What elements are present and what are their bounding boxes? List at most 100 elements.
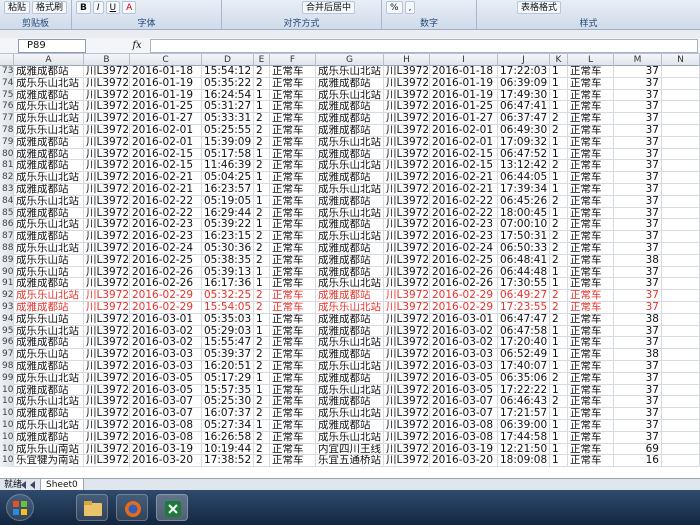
row-header[interactable]: 106 <box>0 455 14 468</box>
table-cell[interactable]: 06:47:52 <box>498 148 550 161</box>
table-cell[interactable]: 1 <box>550 443 568 456</box>
table-cell[interactable]: 16:17:36 <box>202 278 254 291</box>
start-orb-icon[interactable] <box>6 494 34 521</box>
table-cell[interactable]: 1 <box>550 337 568 350</box>
table-cell[interactable] <box>662 372 700 385</box>
table-cell[interactable]: 正常车 <box>568 278 614 291</box>
row-header[interactable]: 81 <box>0 160 14 173</box>
table-cell[interactable]: 1 <box>550 455 568 468</box>
table-cell[interactable]: 正常车 <box>270 160 316 173</box>
table-cell[interactable]: 1 <box>550 136 568 149</box>
table-cell[interactable]: 正常车 <box>270 290 316 302</box>
table-cell[interactable]: 成雅成都站 <box>14 302 84 314</box>
spreadsheet-grid[interactable]: ABCDEFGHIJKLMN 73成雅成都站川L397232016-01-181… <box>0 54 700 478</box>
table-cell[interactable]: 2016-02-25 <box>430 254 498 267</box>
table-cell[interactable]: 11:46:39 <box>202 160 254 173</box>
table-cell[interactable]: 37 <box>614 266 662 279</box>
table-cell[interactable]: 2016-03-08 <box>130 431 202 444</box>
table-cell[interactable]: 1 <box>550 431 568 444</box>
table-cell[interactable]: 05:30:36 <box>202 243 254 255</box>
table-cell[interactable]: 17:50:31 <box>498 231 550 243</box>
table-cell[interactable]: 37 <box>614 372 662 385</box>
table-cell[interactable]: 05:17:58 <box>202 148 254 161</box>
table-cell[interactable]: 川L39723 <box>384 207 430 220</box>
table-cell[interactable]: 正常车 <box>568 396 614 409</box>
table-cell[interactable]: 2016-01-19 <box>130 77 202 90</box>
table-cell[interactable]: 05:31:27 <box>202 101 254 114</box>
explorer-icon[interactable] <box>76 494 108 521</box>
table-cell[interactable]: 成乐乐山北站 <box>14 420 84 432</box>
table-cell[interactable]: 成乐乐山北站 <box>316 184 384 196</box>
bold-button[interactable]: B <box>76 1 91 14</box>
table-cell[interactable]: 成雅成都站 <box>316 113 384 125</box>
table-cell[interactable]: 成雅成都站 <box>316 266 384 279</box>
table-cell[interactable]: 成雅成都站 <box>316 172 384 184</box>
table-cell[interactable]: 成乐乐山北站 <box>316 337 384 350</box>
table-cell[interactable]: 川L39723 <box>84 207 130 220</box>
table-cell[interactable] <box>662 89 700 102</box>
table-cell[interactable]: 川L39723 <box>84 136 130 149</box>
row-header[interactable]: 83 <box>0 184 14 196</box>
table-cell[interactable]: 1 <box>550 361 568 373</box>
table-cell[interactable]: 正常车 <box>270 243 316 255</box>
table-cell[interactable]: 2016-03-20 <box>430 455 498 468</box>
table-cell[interactable]: 正常车 <box>568 372 614 385</box>
table-cell[interactable]: 2016-03-20 <box>130 455 202 468</box>
table-cell[interactable]: 37 <box>614 207 662 220</box>
table-cell[interactable]: 川L39723 <box>384 219 430 232</box>
table-cell[interactable]: 2 <box>254 136 270 149</box>
column-header[interactable]: L <box>568 54 614 66</box>
table-cell[interactable]: 1 <box>254 325 270 338</box>
table-cell[interactable]: 1 <box>550 408 568 420</box>
table-cell[interactable]: 2016-02-22 <box>430 195 498 208</box>
table-cell[interactable]: 2 <box>254 349 270 361</box>
table-cell[interactable]: 正常车 <box>270 361 316 373</box>
table-cell[interactable]: 1 <box>550 325 568 338</box>
table-cell[interactable]: 成乐乐山北站 <box>14 113 84 125</box>
table-cell[interactable] <box>662 337 700 350</box>
table-cell[interactable]: 2016-03-08 <box>430 431 498 444</box>
table-cell[interactable]: 06:47:47 <box>498 313 550 326</box>
table-cell[interactable] <box>662 384 700 397</box>
table-cell[interactable]: 13:12:42 <box>498 160 550 173</box>
table-cell[interactable]: 2016-01-25 <box>130 101 202 114</box>
table-cell[interactable] <box>662 184 700 196</box>
table-cell[interactable]: 成乐乐山北站 <box>316 66 384 78</box>
table-cell[interactable]: 2016-02-21 <box>130 184 202 196</box>
table-cell[interactable] <box>662 396 700 409</box>
table-cell[interactable]: 37 <box>614 101 662 114</box>
table-cell[interactable] <box>662 302 700 314</box>
table-cell[interactable]: 37 <box>614 113 662 125</box>
table-cell[interactable]: 2016-02-26 <box>130 278 202 291</box>
table-cell[interactable]: 正常车 <box>568 125 614 137</box>
row-header[interactable]: 101 <box>0 396 14 409</box>
table-cell[interactable]: 正常车 <box>270 455 316 468</box>
table-cell[interactable]: 成雅成都站 <box>316 101 384 114</box>
table-cell[interactable]: 成雅成都站 <box>14 136 84 149</box>
table-cell[interactable]: 正常车 <box>270 231 316 243</box>
table-cell[interactable]: 2016-03-02 <box>130 337 202 350</box>
italic-button[interactable]: I <box>92 1 104 14</box>
table-cell[interactable]: 10:19:44 <box>202 443 254 456</box>
table-cell[interactable]: 38 <box>614 349 662 361</box>
table-cell[interactable]: 2016-03-02 <box>430 337 498 350</box>
table-cell[interactable]: 15:55:47 <box>202 337 254 350</box>
row-header[interactable]: 104 <box>0 431 14 444</box>
table-cell[interactable]: 2016-02-24 <box>130 243 202 255</box>
table-cell[interactable]: 2016-03-05 <box>430 372 498 385</box>
table-cell[interactable]: 正常车 <box>568 184 614 196</box>
table-cell[interactable]: 37 <box>614 219 662 232</box>
formula-input[interactable] <box>150 39 698 53</box>
table-cell[interactable]: 正常车 <box>568 266 614 279</box>
table-cell[interactable]: 川L39723 <box>84 195 130 208</box>
table-cell[interactable]: 2016-03-08 <box>130 420 202 432</box>
table-cell[interactable]: 2016-02-29 <box>130 302 202 314</box>
table-cell[interactable]: 成雅成都站 <box>14 384 84 397</box>
table-cell[interactable]: 川L39723 <box>84 372 130 385</box>
table-cell[interactable]: 2 <box>550 254 568 267</box>
table-cell[interactable]: 1 <box>254 384 270 397</box>
row-header[interactable]: 80 <box>0 148 14 161</box>
table-cell[interactable]: 17:22:22 <box>498 384 550 397</box>
table-cell[interactable]: 正常车 <box>568 420 614 432</box>
table-cell[interactable]: 05:39:13 <box>202 266 254 279</box>
